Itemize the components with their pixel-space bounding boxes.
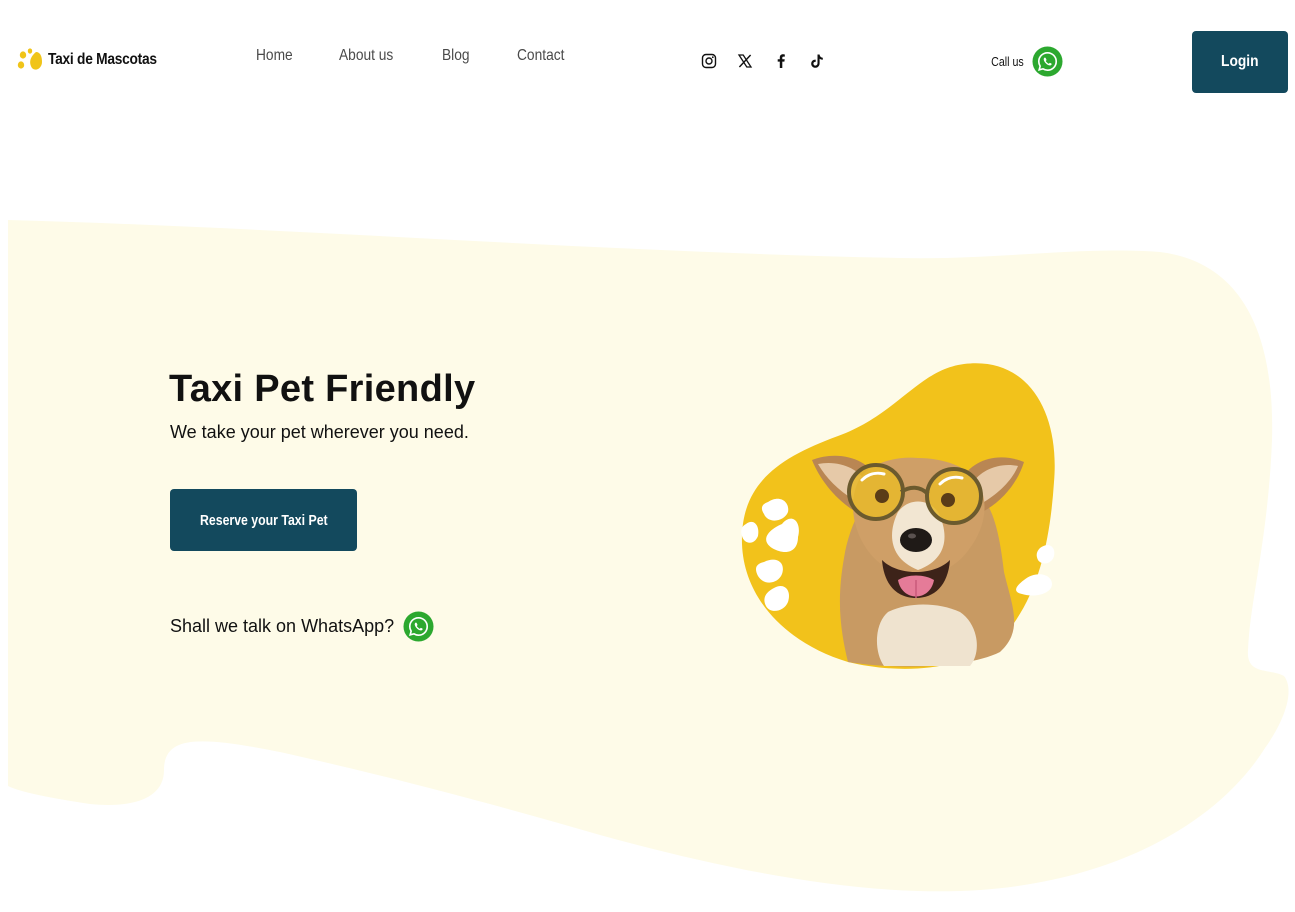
paw-icon bbox=[17, 48, 42, 70]
whatsapp-chat-label: Shall we talk on WhatsApp? bbox=[170, 616, 395, 636]
nav-item-blog[interactable]: Blog bbox=[442, 47, 507, 65]
reserve-button-label: Reserve your Taxi Pet bbox=[199, 511, 328, 529]
dog-with-sunglasses-image bbox=[741, 363, 1055, 669]
main-nav: Home About us Blog Contact bbox=[256, 47, 587, 65]
instagram-icon[interactable] bbox=[700, 52, 718, 70]
hero-title: Taxi Pet Friendly bbox=[169, 368, 476, 410]
nav-item-home[interactable]: Home bbox=[256, 47, 327, 65]
brand-logo[interactable]: Taxi de Mascotas bbox=[16, 46, 175, 74]
nav-item-contact[interactable]: Contact bbox=[517, 47, 577, 65]
call-us-label: Call us bbox=[991, 54, 1024, 69]
social-links bbox=[700, 52, 826, 70]
facebook-icon[interactable] bbox=[772, 52, 790, 70]
page: Taxi de Mascotas Home About us Blog Cont… bbox=[0, 0, 1295, 912]
whatsapp-chat-link[interactable]: Shall we talk on WhatsApp? bbox=[170, 611, 434, 642]
nav-item-about-us[interactable]: About us bbox=[339, 47, 428, 65]
whatsapp-icon[interactable] bbox=[403, 611, 434, 642]
x-icon[interactable] bbox=[736, 52, 754, 70]
brand-name: Taxi de Mascotas bbox=[48, 51, 157, 68]
hero-subtitle: We take your pet wherever you need. bbox=[170, 422, 469, 442]
login-button-label: Login bbox=[1221, 53, 1259, 70]
tiktok-icon[interactable] bbox=[808, 52, 826, 70]
reserve-taxi-pet-button[interactable]: Reserve your Taxi Pet bbox=[170, 489, 357, 551]
hero-background-shape bbox=[8, 220, 1289, 892]
whatsapp-icon[interactable] bbox=[1032, 46, 1063, 77]
login-button[interactable]: Login bbox=[1192, 31, 1288, 93]
site-header: Taxi de Mascotas Home About us Blog Cont… bbox=[0, 0, 1295, 120]
call-us[interactable]: Call us bbox=[984, 46, 1063, 77]
